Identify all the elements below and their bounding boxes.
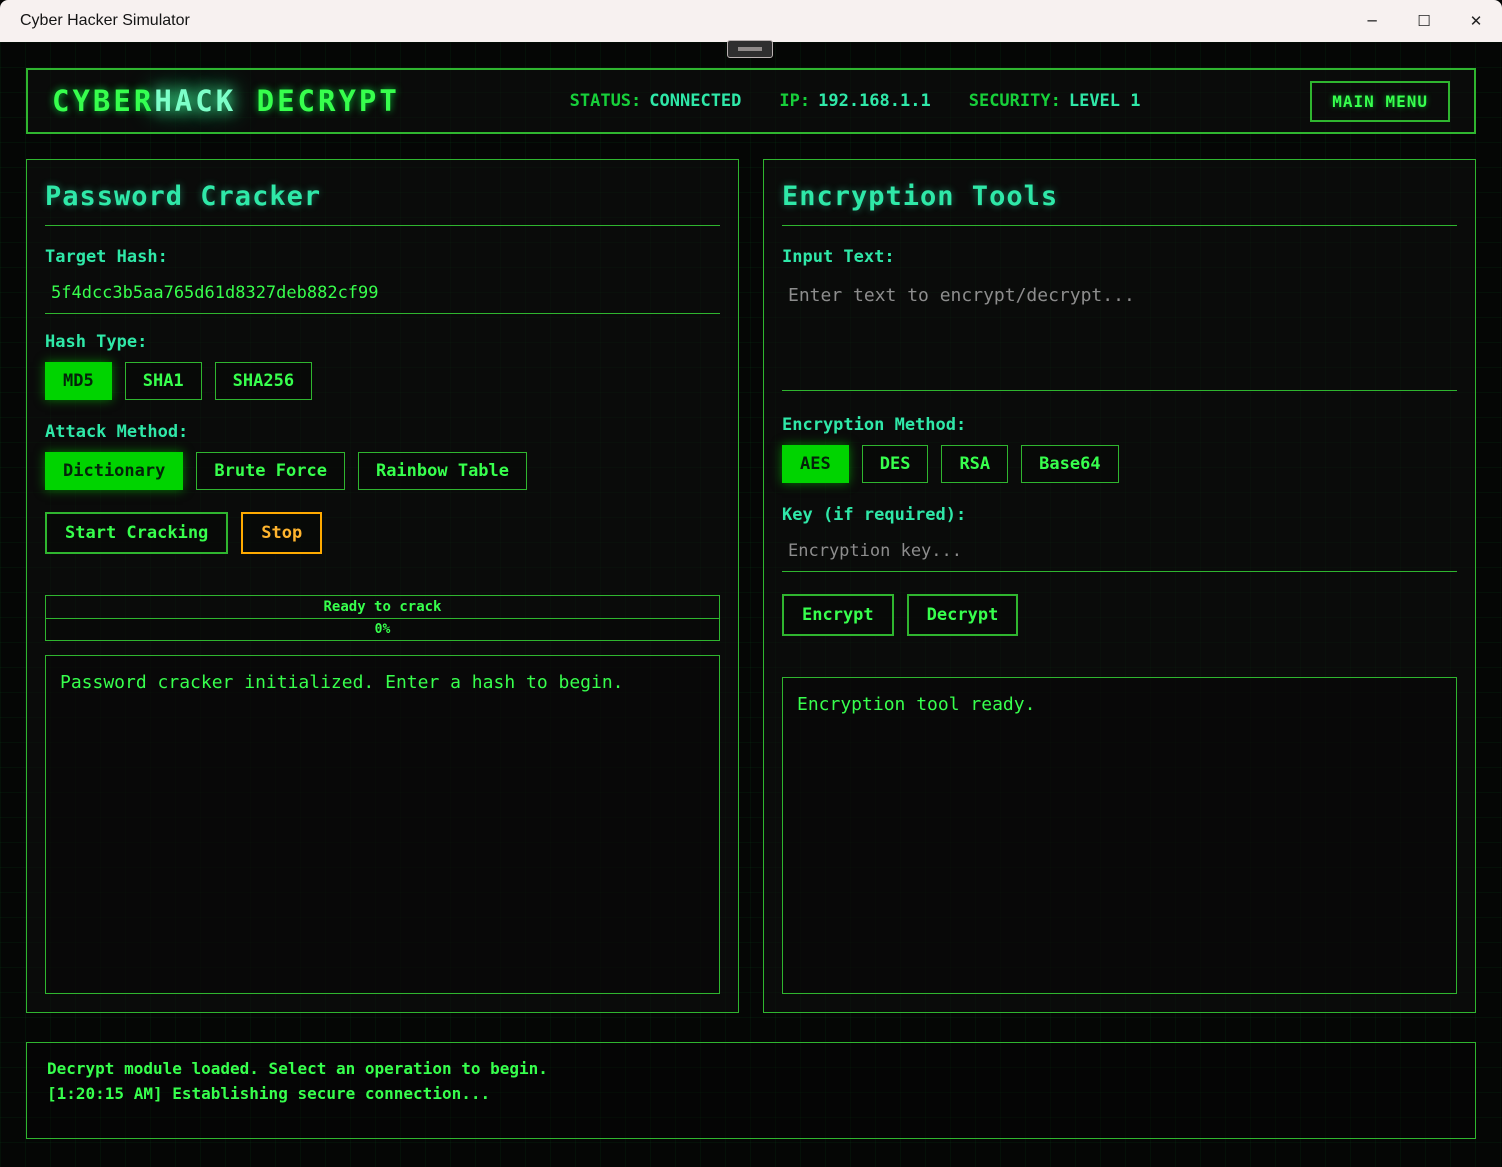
encryption-method-group: AES DES RSA Base64 — [782, 445, 1457, 483]
encryption-input-textarea[interactable] — [782, 279, 1457, 391]
attack-method-brute-force[interactable]: Brute Force — [196, 452, 345, 490]
encryption-method-label: Encryption Method: — [782, 415, 1457, 435]
window-title: Cyber Hacker Simulator — [0, 12, 1346, 30]
hash-type-sha256[interactable]: SHA256 — [215, 362, 312, 400]
close-button[interactable]: ✕ — [1450, 0, 1502, 42]
console-line: [1:20:15 AM] Establishing secure connect… — [47, 1081, 1455, 1106]
input-text-label: Input Text: — [782, 247, 1457, 267]
close-icon: ✕ — [1470, 12, 1483, 30]
password-cracker-panel: Password Cracker Target Hash: Hash Type:… — [26, 159, 739, 1013]
security-label: SECURITY: — [969, 91, 1061, 111]
status-bar: STATUS: CONNECTED IP: 192.168.1.1 SECURITY… — [570, 91, 1141, 111]
app-window: Cyber Hacker Simulator ─ ☐ ✕ CYBERHACK D… — [0, 0, 1502, 1167]
maximize-icon: ☐ — [1417, 12, 1430, 30]
start-cracking-button[interactable]: Start Cracking — [45, 512, 228, 554]
encryption-key-input[interactable] — [782, 537, 1457, 572]
status-connection: STATUS: CONNECTED — [570, 91, 742, 111]
cracker-actions: Start Cracking Stop — [45, 512, 720, 554]
window-drag-handle[interactable] — [727, 40, 773, 58]
main-menu-button[interactable]: MAIN MENU — [1310, 81, 1450, 122]
drag-handle-icon — [738, 47, 762, 51]
console-line: Decrypt module loaded. Select an operati… — [47, 1056, 1455, 1081]
encryption-tools-panel: Encryption Tools Input Text: Encryption … — [763, 159, 1476, 1013]
decrypt-button[interactable]: Decrypt — [907, 594, 1019, 636]
status-security: SECURITY: LEVEL 1 — [969, 91, 1141, 111]
method-des[interactable]: DES — [862, 445, 929, 483]
app-header: CYBERHACK DECRYPT STATUS: CONNECTED IP: 19… — [26, 68, 1476, 134]
minimize-button[interactable]: ─ — [1346, 0, 1398, 42]
cracker-log: Password cracker initialized. Enter a ha… — [45, 655, 720, 994]
attack-method-rainbow-table[interactable]: Rainbow Table — [358, 452, 527, 490]
encryption-actions: Encrypt Decrypt — [782, 594, 1457, 636]
crack-progress-bar: 0% — [45, 618, 720, 641]
hash-type-sha1[interactable]: SHA1 — [125, 362, 202, 400]
stop-button[interactable]: Stop — [241, 512, 322, 554]
target-hash-label: Target Hash: — [45, 247, 720, 267]
status-label: STATUS: — [570, 91, 642, 111]
method-base64[interactable]: Base64 — [1021, 445, 1118, 483]
encryption-tools-title: Encryption Tools — [782, 181, 1457, 226]
crack-progress-percent: 0% — [46, 619, 719, 640]
ip-label: IP: — [779, 91, 810, 111]
attack-method-dictionary[interactable]: Dictionary — [45, 452, 183, 490]
app-background: CYBERHACK DECRYPT STATUS: CONNECTED IP: 19… — [0, 42, 1502, 1167]
hash-type-group: MD5 SHA1 SHA256 — [45, 362, 720, 400]
method-rsa[interactable]: RSA — [941, 445, 1008, 483]
titlebar: Cyber Hacker Simulator ─ ☐ ✕ — [0, 0, 1502, 42]
logo-prefix: CYBER — [52, 84, 154, 118]
logo-glow: HACK — [154, 84, 236, 118]
hash-type-label: Hash Type: — [45, 332, 720, 352]
app-logo: CYBERHACK DECRYPT — [52, 84, 400, 118]
status-value: CONNECTED — [649, 91, 741, 111]
system-console: Decrypt module loaded. Select an operati… — [26, 1042, 1476, 1139]
window-controls: ─ ☐ ✕ — [1346, 0, 1502, 42]
minimize-icon: ─ — [1367, 12, 1376, 30]
crack-status-text: Ready to crack — [45, 595, 720, 619]
attack-method-label: Attack Method: — [45, 422, 720, 442]
status-ip: IP: 192.168.1.1 — [779, 91, 930, 111]
security-value: LEVEL 1 — [1069, 91, 1141, 111]
encryption-key-label: Key (if required): — [782, 505, 1457, 525]
hash-type-md5[interactable]: MD5 — [45, 362, 112, 400]
method-aes[interactable]: AES — [782, 445, 849, 483]
attack-method-group: Dictionary Brute Force Rainbow Table — [45, 452, 720, 490]
ip-value: 192.168.1.1 — [818, 91, 931, 111]
password-cracker-title: Password Cracker — [45, 181, 720, 226]
maximize-button[interactable]: ☐ — [1398, 0, 1450, 42]
target-hash-input[interactable] — [45, 279, 720, 314]
main-area: Password Cracker Target Hash: Hash Type:… — [26, 159, 1476, 1013]
logo-suffix: DECRYPT — [257, 84, 400, 118]
encrypt-button[interactable]: Encrypt — [782, 594, 894, 636]
encryption-log: Encryption tool ready. — [782, 677, 1457, 994]
